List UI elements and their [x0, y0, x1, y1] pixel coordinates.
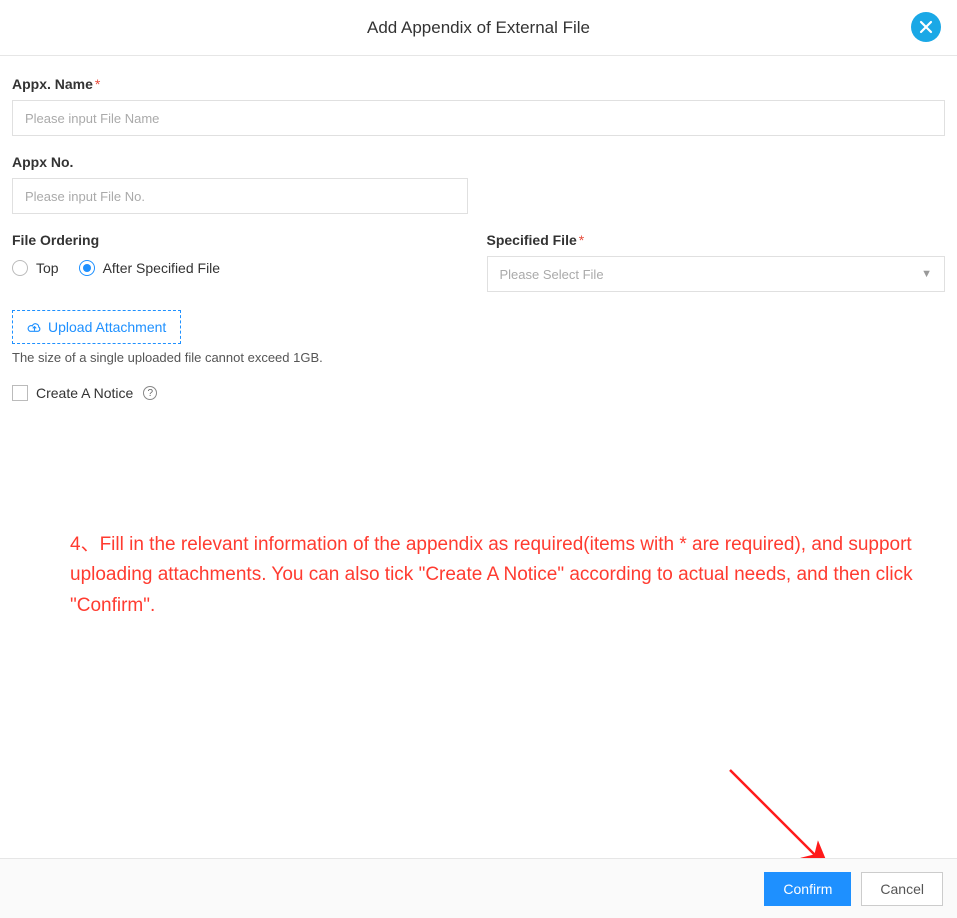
radio-circle-icon [12, 260, 28, 276]
chevron-down-icon: ▼ [921, 268, 932, 280]
cancel-button[interactable]: Cancel [861, 872, 943, 906]
radio-after-specified[interactable]: After Specified File [79, 260, 221, 276]
field-appx-name: Appx. Name* [12, 76, 945, 136]
ordering-row: File Ordering Top After Specified File S… [12, 232, 945, 292]
upload-attachment-button[interactable]: Upload Attachment [12, 310, 181, 344]
modal-header: Add Appendix of External File [0, 0, 957, 56]
radio-dot-icon [83, 264, 91, 272]
create-notice-checkbox[interactable] [12, 385, 28, 401]
radio-after-label: After Specified File [103, 260, 221, 276]
required-mark: * [579, 232, 584, 248]
modal-body: Appx. Name* Appx No. File Ordering Top A… [0, 56, 957, 401]
specified-file-select[interactable]: Please Select File ▼ [487, 256, 946, 292]
specified-file-placeholder: Please Select File [500, 267, 604, 282]
cloud-upload-icon [27, 320, 42, 335]
field-appx-no: Appx No. [12, 154, 945, 214]
modal-footer: Confirm Cancel [0, 858, 957, 918]
upload-button-label: Upload Attachment [48, 319, 166, 335]
help-icon[interactable]: ? [143, 386, 157, 400]
appx-no-label: Appx No. [12, 154, 945, 170]
upload-note: The size of a single uploaded file canno… [12, 350, 945, 365]
confirm-button[interactable]: Confirm [764, 872, 851, 906]
file-ordering-radiogroup: Top After Specified File [12, 260, 471, 276]
close-icon [919, 20, 933, 34]
create-notice-row: Create A Notice ? [12, 385, 945, 401]
upload-section: Upload Attachment The size of a single u… [12, 310, 945, 365]
file-ordering-label: File Ordering [12, 232, 471, 248]
appx-name-input[interactable] [12, 100, 945, 136]
create-notice-label: Create A Notice [36, 385, 133, 401]
annotation-text: 4、Fill in the relevant information of th… [70, 530, 927, 621]
radio-top-label: Top [36, 260, 59, 276]
radio-circle-checked-icon [79, 260, 95, 276]
appx-name-label: Appx. Name* [12, 76, 945, 92]
specified-file-label-text: Specified File [487, 232, 577, 248]
close-button[interactable] [911, 12, 941, 42]
specified-file-label: Specified File* [487, 232, 946, 248]
appx-no-input[interactable] [12, 178, 468, 214]
appx-name-label-text: Appx. Name [12, 76, 93, 92]
required-mark: * [95, 76, 100, 92]
modal-title: Add Appendix of External File [367, 18, 590, 38]
specified-file-col: Specified File* Please Select File ▼ [487, 232, 946, 292]
radio-top[interactable]: Top [12, 260, 59, 276]
file-ordering-col: File Ordering Top After Specified File [12, 232, 471, 292]
